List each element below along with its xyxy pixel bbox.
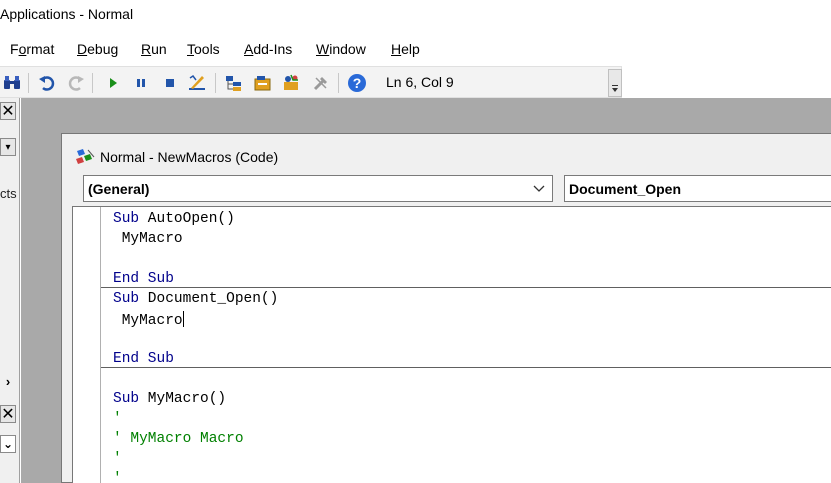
properties-dropdown[interactable]: ⌄ (0, 435, 16, 453)
procedure-combo[interactable]: Document_Open (564, 175, 831, 202)
toolbox-icon[interactable] (311, 73, 331, 93)
project-explorer-panel: ✕ ▾ cts › ✕ ⌄ (0, 98, 20, 483)
code-line: Sub MyMacro() (113, 391, 227, 407)
reset-icon[interactable] (160, 73, 180, 93)
menu-window[interactable]: Window (316, 41, 366, 57)
undo-icon[interactable] (37, 73, 57, 93)
app-title-bar: Applications - Normal (0, 0, 831, 34)
redo-icon[interactable] (66, 73, 86, 93)
project-explorer-icon[interactable] (224, 73, 244, 93)
procedure-combo-value: Document_Open (569, 181, 682, 197)
panel-dropdown-button[interactable]: ▾ (0, 138, 16, 156)
properties-window-icon[interactable] (253, 73, 273, 93)
run-icon[interactable] (103, 73, 123, 93)
break-icon[interactable] (131, 73, 151, 93)
text-caret (182, 311, 184, 327)
code-line: MyMacro (113, 311, 184, 329)
code-module-icon (74, 148, 96, 169)
menu-bar: Format Debug Run Tools Add-Ins Window He… (0, 38, 831, 62)
binoculars-icon[interactable] (2, 73, 22, 93)
menu-tools[interactable]: Tools (187, 41, 220, 57)
close-icon[interactable]: ✕ (0, 102, 16, 120)
chevron-down-icon (532, 181, 546, 198)
design-mode-icon[interactable] (187, 73, 207, 93)
menu-help[interactable]: Help (391, 41, 420, 57)
code-line: ' (113, 411, 122, 427)
code-window-title-bar[interactable]: Normal - NewMacros (Code) (62, 134, 831, 174)
help-icon[interactable]: ? (347, 73, 367, 93)
object-browser-icon[interactable] (282, 73, 302, 93)
menu-debug[interactable]: Debug (77, 41, 118, 57)
object-combo[interactable]: (General) (83, 175, 553, 202)
toolbar-separator (338, 73, 339, 93)
code-line: Sub Document_Open() (113, 291, 279, 307)
toolbar-separator (28, 73, 29, 93)
standard-toolbar: ? Ln 6, Col 9 (0, 66, 622, 98)
code-line: End Sub (113, 271, 174, 287)
code-line: ' (113, 451, 122, 467)
toolbar-options-grip[interactable] (608, 69, 622, 97)
toolbar-separator (215, 73, 216, 93)
procedure-separator (101, 367, 831, 368)
margin-indicator-bar[interactable] (73, 207, 101, 483)
procedure-separator (101, 287, 831, 288)
code-line: ' MyMacro Macro (113, 431, 244, 447)
menu-run[interactable]: Run (141, 41, 167, 57)
svg-text:?: ? (353, 75, 362, 91)
menu-format[interactable]: Format (10, 41, 54, 57)
app-title: Applications - Normal (0, 6, 134, 22)
menu-add-ins[interactable]: Add-Ins (244, 41, 292, 57)
close-icon[interactable]: ✕ (0, 405, 16, 423)
object-combo-value: (General) (88, 181, 150, 197)
chevron-right-icon[interactable]: › (0, 372, 16, 390)
project-explorer-label: cts (0, 186, 17, 201)
cursor-position: Ln 6, Col 9 (386, 74, 454, 90)
code-window-title: Normal - NewMacros (Code) (100, 149, 279, 165)
code-editor[interactable]: Sub AutoOpen() MyMacro End Sub Sub Docum… (72, 206, 831, 483)
code-line: MyMacro (113, 231, 183, 247)
toolbar-separator (92, 73, 93, 93)
code-line: Sub AutoOpen() (113, 211, 235, 227)
code-line: End Sub (113, 351, 174, 367)
code-window: Normal - NewMacros (Code) (General) Docu… (61, 133, 831, 483)
code-line: ' (113, 471, 122, 483)
